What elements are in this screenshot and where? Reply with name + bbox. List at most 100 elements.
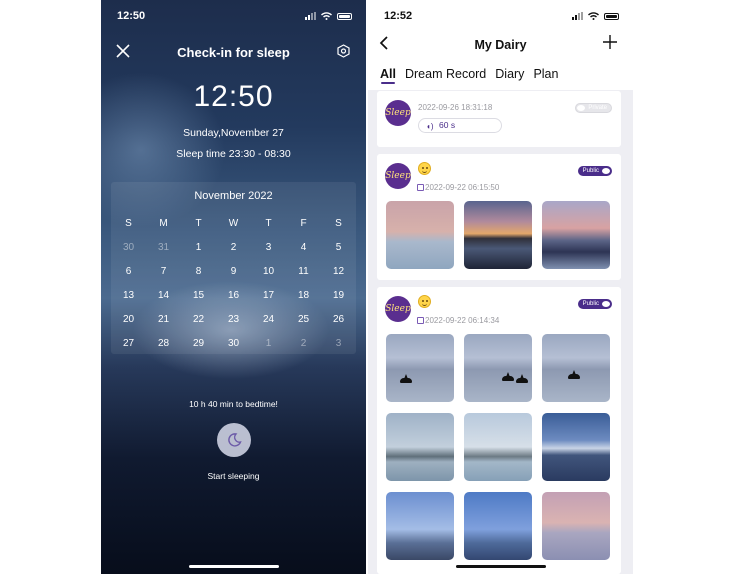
home-indicator[interactable] xyxy=(456,565,546,568)
calendar-day[interactable]: 30 xyxy=(216,335,251,359)
photo-thumbnail[interactable] xyxy=(386,492,454,560)
calendar-day[interactable]: 22 xyxy=(181,311,216,335)
calendar-day[interactable]: 4 xyxy=(286,239,321,263)
header: 12:52 My Dairy All Dream Record Diary Pl… xyxy=(368,0,633,90)
calendar-day[interactable]: 3 xyxy=(321,335,356,359)
tab-bar: All Dream Record Diary Plan xyxy=(380,67,558,84)
photo-thumbnail[interactable] xyxy=(542,413,610,481)
entry-timestamp: 2022-09-26 18:31:18 xyxy=(418,103,493,112)
wifi-icon xyxy=(588,12,599,20)
status-time: 12:52 xyxy=(384,10,413,22)
calendar-day[interactable]: 18 xyxy=(286,287,321,311)
top-bar: Check-in for sleep xyxy=(101,42,366,62)
plus-icon xyxy=(603,35,617,49)
diary-entry[interactable]: Sleep 2022-09-22 06:15:50 Public xyxy=(377,154,621,280)
calendar-day[interactable]: 5 xyxy=(321,239,356,263)
calendar-day[interactable]: 28 xyxy=(146,335,181,359)
add-button[interactable] xyxy=(603,33,619,53)
audio-wave-icon: ◖) xyxy=(426,122,434,131)
calendar-icon xyxy=(417,317,424,324)
photo-thumbnail[interactable] xyxy=(542,492,610,560)
photo-thumbnail[interactable] xyxy=(542,201,610,269)
home-indicator[interactable] xyxy=(189,565,279,568)
calendar-day[interactable]: 10 xyxy=(251,263,286,287)
calendar-day[interactable]: 11 xyxy=(286,263,321,287)
audio-clip[interactable]: ◖) 60 s xyxy=(418,118,502,133)
calendar-day[interactable]: 13 xyxy=(111,287,146,311)
diary-entry[interactable]: Sleep 2022-09-26 18:31:18 Private ◖) 60 … xyxy=(377,91,621,147)
settings-button[interactable] xyxy=(337,44,351,59)
photo-grid xyxy=(386,334,610,560)
calendar-day[interactable]: 1 xyxy=(181,239,216,263)
calendar-month: November 2022 xyxy=(194,190,273,202)
photo-thumbnail[interactable] xyxy=(464,413,532,481)
photo-thumbnail[interactable] xyxy=(386,201,454,269)
calendar-icon xyxy=(417,184,424,191)
calendar-day[interactable]: 31 xyxy=(146,239,181,263)
bedtime-countdown: 10 h 40 min to bedtime! xyxy=(189,399,278,409)
calendar-day[interactable]: 17 xyxy=(251,287,286,311)
photo-thumbnail[interactable] xyxy=(386,413,454,481)
calendar-day[interactable]: 2 xyxy=(216,239,251,263)
status-time: 12:50 xyxy=(117,10,146,22)
sleep-checkin-screen: 12:50 Check-in for sleep 12:50 Sunday,No… xyxy=(101,0,366,574)
photo-thumbnail[interactable] xyxy=(386,334,454,402)
calendar-weekday: T xyxy=(195,218,202,229)
signal-icon xyxy=(572,12,583,20)
calendar-day[interactable]: 26 xyxy=(321,311,356,335)
calendar-grid: S M T W T F S 30 31 1 2 3 4 5 6 7 8 9 10 11 12 13 14 15 16 17 18 19… xyxy=(111,215,356,359)
calendar-day[interactable]: 8 xyxy=(181,263,216,287)
wifi-icon xyxy=(321,12,332,20)
status-icons xyxy=(572,12,619,20)
start-sleeping-label: Start sleeping xyxy=(207,471,260,481)
calendar-day[interactable]: 2 xyxy=(286,335,321,359)
avatar: Sleep xyxy=(385,100,411,126)
calendar-day[interactable]: 25 xyxy=(286,311,321,335)
settings-icon xyxy=(337,44,350,58)
tab-plan[interactable]: Plan xyxy=(533,67,558,81)
calendar-day[interactable]: 24 xyxy=(251,311,286,335)
calendar-day[interactable]: 16 xyxy=(216,287,251,311)
tab-all[interactable]: All xyxy=(380,67,396,84)
calendar-weekday: S xyxy=(335,218,342,229)
calendar-day[interactable]: 12 xyxy=(321,263,356,287)
status-bar: 12:52 xyxy=(384,9,619,23)
calendar-day[interactable]: 30 xyxy=(111,239,146,263)
calendar-weekday: S xyxy=(125,218,132,229)
calendar-weekday: W xyxy=(228,218,239,229)
sleep-time-range: Sleep time 23:30 - 08:30 xyxy=(176,148,291,160)
calendar: November 2022 S M T W T F S 30 31 1 2 3 4 5 6 7 8 9 10 11 12… xyxy=(111,182,356,354)
photo-thumbnail[interactable] xyxy=(464,334,532,402)
avatar: Sleep xyxy=(385,296,411,322)
smiley-emoji-icon xyxy=(418,295,431,308)
calendar-day[interactable]: 15 xyxy=(181,287,216,311)
calendar-day[interactable]: 6 xyxy=(111,263,146,287)
calendar-day[interactable]: 21 xyxy=(146,311,181,335)
current-date: Sunday,November 27 xyxy=(183,127,284,139)
calendar-weekday: T xyxy=(265,218,272,229)
privacy-toggle[interactable]: Private xyxy=(575,103,612,113)
calendar-day[interactable]: 14 xyxy=(146,287,181,311)
calendar-day[interactable]: 1 xyxy=(251,335,286,359)
photo-thumbnail[interactable] xyxy=(464,492,532,560)
calendar-day[interactable]: 27 xyxy=(111,335,146,359)
current-time: 12:50 xyxy=(193,80,274,113)
tab-diary[interactable]: Diary xyxy=(495,67,524,81)
tab-dream-record[interactable]: Dream Record xyxy=(405,67,486,81)
start-sleeping-button[interactable] xyxy=(217,423,251,457)
privacy-toggle[interactable]: Public xyxy=(577,166,612,176)
calendar-day[interactable]: 19 xyxy=(321,287,356,311)
calendar-day[interactable]: 9 xyxy=(216,263,251,287)
calendar-day[interactable]: 29 xyxy=(181,335,216,359)
calendar-weekday: F xyxy=(300,218,307,229)
entry-timestamp: 2022-09-22 06:15:50 xyxy=(417,183,499,192)
diary-entry[interactable]: Sleep 2022-09-22 06:14:34 Public xyxy=(377,287,621,574)
calendar-day[interactable]: 7 xyxy=(146,263,181,287)
photo-thumbnail[interactable] xyxy=(464,201,532,269)
entry-timestamp: 2022-09-22 06:14:34 xyxy=(417,316,499,325)
photo-thumbnail[interactable] xyxy=(542,334,610,402)
calendar-day[interactable]: 3 xyxy=(251,239,286,263)
privacy-toggle[interactable]: Public xyxy=(577,299,612,309)
calendar-day[interactable]: 23 xyxy=(216,311,251,335)
calendar-day[interactable]: 20 xyxy=(111,311,146,335)
